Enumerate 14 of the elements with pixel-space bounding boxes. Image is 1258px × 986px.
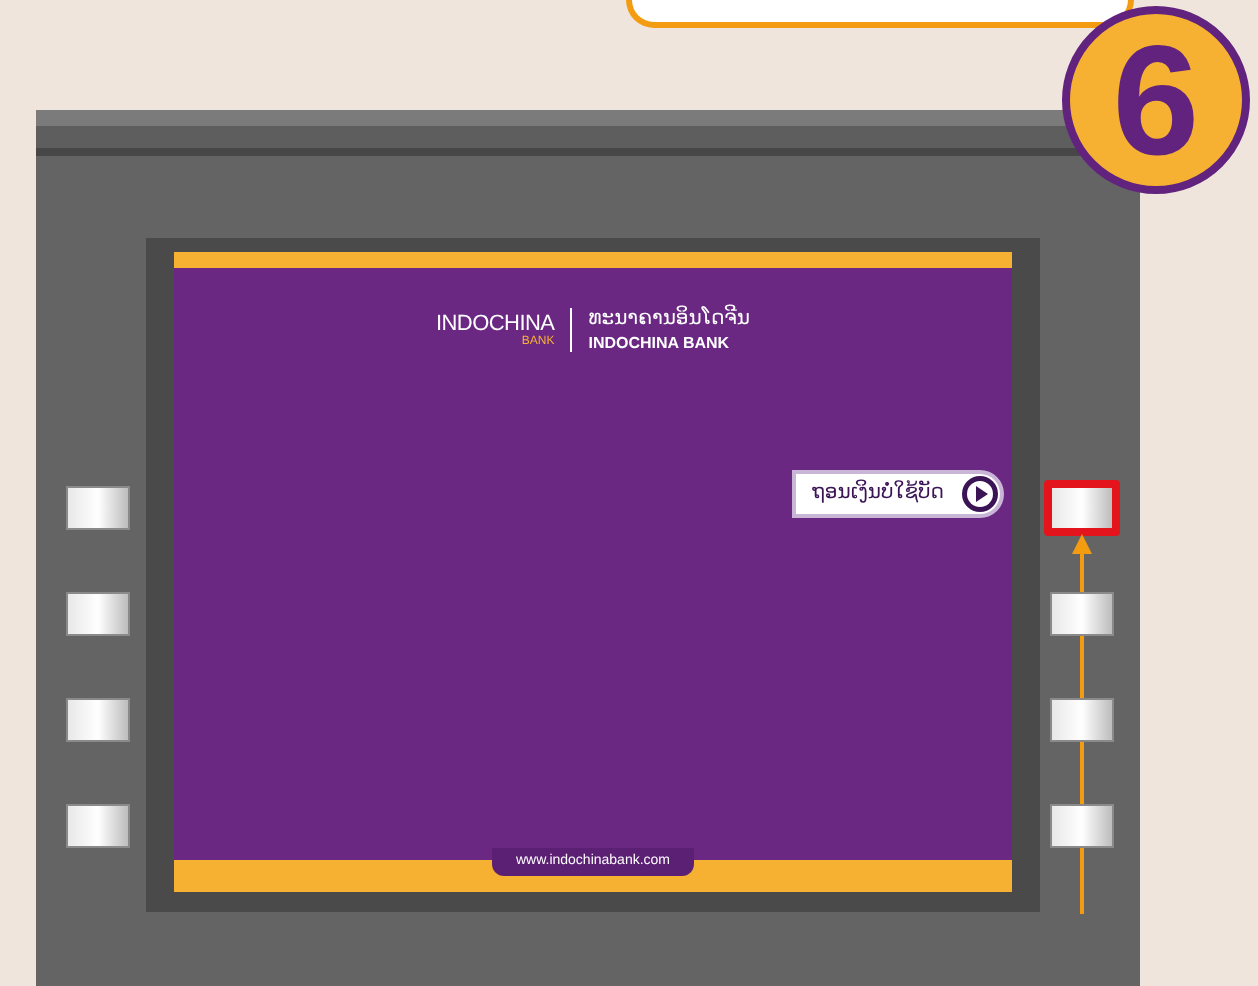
side-key-button[interactable] (1044, 480, 1120, 536)
side-key-button[interactable] (1050, 698, 1114, 742)
side-key-button[interactable] (66, 804, 130, 848)
bank-logo-text: INDOCHINA (435, 313, 555, 336)
side-key-button[interactable] (66, 592, 130, 636)
side-key-button[interactable] (1050, 804, 1114, 848)
side-key-button[interactable] (66, 698, 130, 742)
play-icon (960, 473, 1000, 513)
bank-name-lao: ທະນາຄານອິນໂດຈີນ (588, 308, 751, 333)
side-key-button[interactable] (1050, 592, 1114, 636)
bank-name: INDOCHINA BANK (588, 333, 732, 353)
side-key-button[interactable] (66, 486, 130, 530)
menu-option-button[interactable]: ຖອນເງິນບໍ່ໃຊ້ບັດ (791, 469, 1004, 517)
step-badge: 6 (1062, 6, 1250, 194)
